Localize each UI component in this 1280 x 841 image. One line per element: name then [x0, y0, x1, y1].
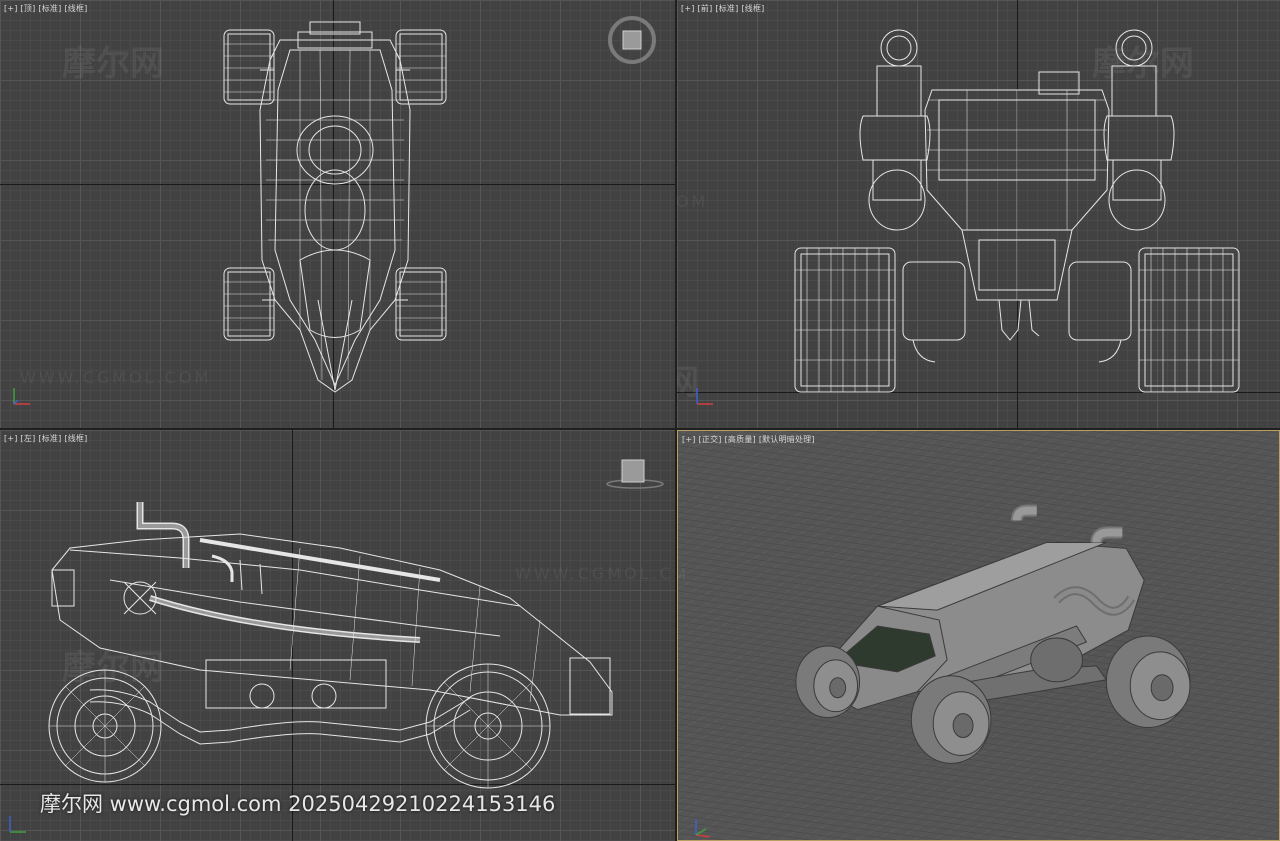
wireframe-left-view — [0, 430, 675, 841]
viewport-point-of-view[interactable]: [顶] — [21, 4, 36, 13]
axis-tripod-icon — [8, 384, 34, 410]
viewcube-icon[interactable] — [606, 458, 664, 490]
viewport-menu-plus[interactable]: [+] — [681, 4, 695, 13]
viewport-perspective-label[interactable]: [+] [正交] [高质量] [默认明暗处理] — [682, 434, 818, 445]
watermark-caption: 摩尔网 www.cgmol.com 20250429210224153146 — [40, 792, 556, 816]
wireframe-top-view — [0, 0, 675, 428]
viewport-left-label[interactable]: [+] [左] [标准] [线框] — [4, 433, 90, 444]
viewport-top[interactable]: 摩尔网 WWW.CGMOL.COM — [0, 0, 675, 428]
axis-tripod-icon — [4, 812, 30, 838]
viewport-top-label[interactable]: [+] [顶] [标准] [线框] — [4, 3, 90, 14]
shaded-vehicle-model — [678, 431, 1279, 840]
viewport-menu-plus[interactable]: [+] — [4, 434, 18, 443]
viewport-layout: 摩尔网 WWW.CGMOL.COM — [0, 0, 1280, 841]
viewport-shading-mode[interactable]: [线框] — [64, 4, 87, 13]
wireframe-front-view — [677, 0, 1280, 428]
viewport-front-label[interactable]: [+] [前] [标准] [线框] — [681, 3, 767, 14]
viewport-perspective[interactable]: WWW.CGMOL.COM — [677, 430, 1280, 841]
viewport-point-of-view[interactable]: [正交] — [699, 435, 722, 444]
viewcube-icon[interactable] — [607, 15, 657, 65]
viewport-shading-mode[interactable]: [线框] — [741, 4, 764, 13]
axis-tripod-icon — [691, 384, 717, 410]
viewport-camera-mode[interactable]: [标准] — [38, 434, 61, 443]
viewport-front[interactable]: 摩尔网 摩尔网 WWW.CGMOL.COM — [677, 0, 1280, 428]
viewport-camera-mode[interactable]: [高质量] — [725, 435, 756, 444]
viewport-menu-plus[interactable]: [+] — [4, 4, 18, 13]
viewport-shading-mode[interactable]: [线框] — [64, 434, 87, 443]
viewport-left[interactable]: 摩尔网 WWW.CGMOL.COM — [0, 430, 675, 841]
viewport-menu-plus[interactable]: [+] — [682, 435, 696, 444]
viewport-camera-mode[interactable]: [标准] — [715, 4, 738, 13]
axis-tripod-icon — [690, 815, 716, 840]
viewport-camera-mode[interactable]: [标准] — [38, 4, 61, 13]
viewport-point-of-view[interactable]: [前] — [698, 4, 713, 13]
viewport-point-of-view[interactable]: [左] — [21, 434, 36, 443]
viewport-shading-mode[interactable]: [默认明暗处理] — [759, 435, 815, 444]
